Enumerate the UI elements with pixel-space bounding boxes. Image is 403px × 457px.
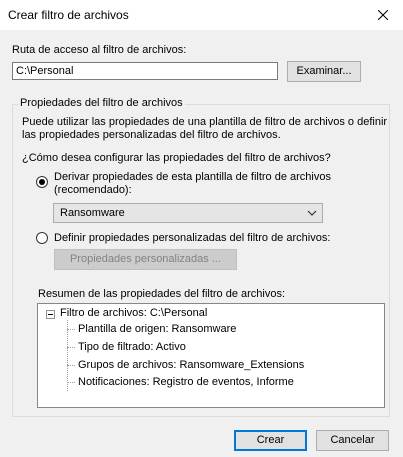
template-select-value: Ransomware [60,207,125,219]
radio-template-label-line1: Derivar propiedades de esta plantilla de… [54,171,331,183]
properties-legend: Propiedades del filtro de archivos [18,97,185,109]
tree-connector [67,382,75,383]
tree-connector [67,320,68,391]
summary-tree[interactable]: Filtro de archivos: C:\Personal Plantill… [37,303,385,408]
cancel-button[interactable]: Cancelar [316,430,389,451]
radio-custom[interactable] [36,232,48,244]
close-button[interactable] [363,0,403,30]
radio-template-label-line2: (recomendado): [54,184,132,196]
tree-item: Plantilla de origen: Ransomware [78,323,237,335]
tree-item: Tipo de filtrado: Activo [78,341,186,353]
tree-item: Grupos de archivos: Ransomware_Extension… [78,359,305,371]
tree-root: Filtro de archivos: C:\Personal [60,307,208,319]
custom-properties-button[interactable]: Propiedades personalizadas ... [54,249,237,270]
configure-question: ¿Cómo desea configurar las propiedades d… [22,152,331,164]
template-select[interactable]: Ransomware [53,203,323,223]
path-label: Ruta de acceso al filtro de archivos: [12,44,187,56]
title-bar: Crear filtro de archivos [0,0,403,30]
radio-template[interactable] [36,176,48,188]
tree-connector [67,365,75,366]
create-button[interactable]: Crear [234,430,307,451]
radio-custom-label: Definir propiedades personalizadas del f… [54,232,331,244]
properties-description-line1: Puede utilizar las propiedades de una pl… [22,116,388,128]
collapse-icon[interactable] [46,310,55,319]
tree-connector [67,329,75,330]
tree-connector [67,347,75,348]
browse-button[interactable]: Examinar... [287,61,361,82]
close-icon [378,10,388,20]
summary-label: Resumen de las propiedades del filtro de… [38,288,286,300]
properties-description-line2: las propiedades personalizadas del filtr… [22,129,281,141]
window-title: Crear filtro de archivos [8,8,129,22]
tree-item: Notificaciones: Registro de eventos, Inf… [78,376,294,388]
chevron-down-icon [307,210,317,216]
path-input[interactable] [12,62,278,80]
